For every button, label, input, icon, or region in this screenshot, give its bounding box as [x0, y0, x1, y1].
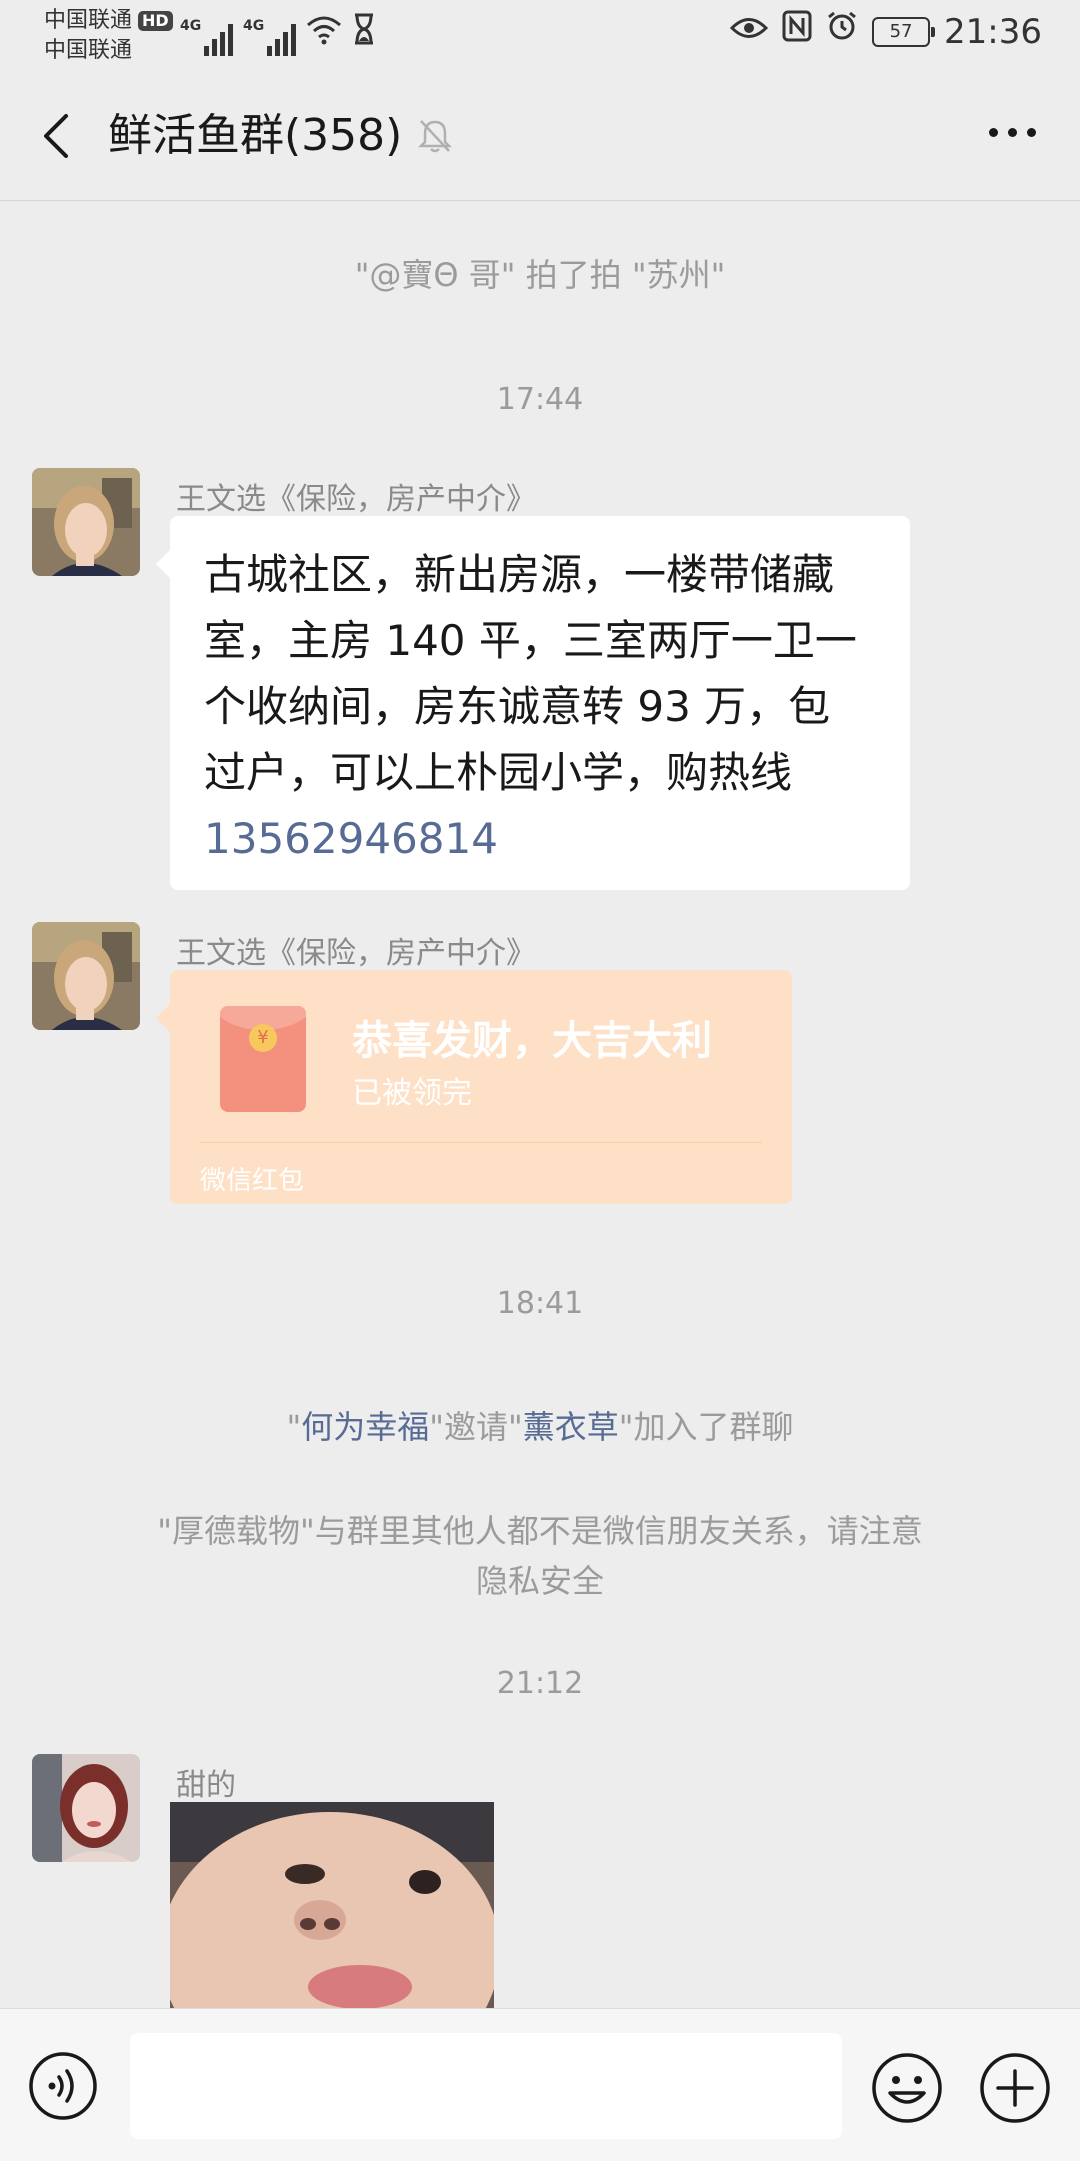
hd-badge: HD	[138, 11, 173, 31]
sender-name: 甜的	[176, 1768, 236, 1803]
hourglass-icon	[352, 13, 376, 56]
emoji-icon[interactable]	[870, 2051, 944, 2125]
network-type-1: 4G	[180, 18, 202, 34]
red-packet-status: 已被领完	[352, 1076, 472, 1111]
chat-header: 鲜活鱼群(358)	[0, 72, 1080, 201]
privacy-notice: "厚德载物"与群里其他人都不是微信朋友关系，请注意 隐私安全	[0, 1506, 1080, 1606]
divider	[200, 1142, 762, 1143]
carrier-info: 中国联通 HD 中国联通	[44, 6, 173, 66]
inviter-name-link[interactable]: 何为幸福	[301, 1408, 429, 1446]
message-input[interactable]	[130, 2033, 842, 2139]
clock-time: 21:36	[944, 11, 1042, 52]
chat-input-bar	[0, 2008, 1080, 2161]
avatar[interactable]	[32, 1754, 140, 1862]
sender-name: 王文选《保险，房产中介》	[176, 482, 536, 517]
mute-bell-icon	[418, 120, 452, 153]
pat-notice: "@寶Θ 哥" 拍了拍 "苏州"	[354, 256, 726, 294]
wifi-icon	[306, 15, 342, 56]
carrier-name-1: 中国联通	[44, 8, 133, 33]
privacy-line: 隐私安全	[475, 1562, 604, 1600]
avatar[interactable]	[32, 468, 140, 576]
signal-indicators: 4G 4G	[180, 12, 376, 56]
red-packet-message[interactable]: ¥ 恭喜发财，大吉大利 已被领完 微信红包	[156, 970, 792, 1204]
phone-number-link[interactable]: 13562946814	[204, 806, 876, 872]
invite-text: "邀请"	[429, 1408, 523, 1446]
invitee-name-link[interactable]: 薰衣草	[523, 1408, 619, 1446]
back-icon[interactable]	[36, 110, 80, 162]
battery-icon: 57	[872, 16, 936, 47]
red-packet-title: 恭喜发财，大吉大利	[352, 1018, 712, 1064]
message-line: 古城社区，新出房源，一楼带储藏	[204, 550, 835, 599]
message-line: 过户，可以上朴园小学，购热线	[204, 748, 793, 797]
quote-mark: "	[286, 1408, 302, 1446]
carrier-name-2: 中国联通	[44, 38, 133, 63]
invite-notice: "何为幸福"邀请"薰衣草"加入了群聊	[0, 1402, 1080, 1452]
message-line: 个收纳间，房东诚意转 93 万，包	[204, 682, 831, 731]
system-status: 57 21:36	[729, 10, 1042, 53]
timestamp: 21:12	[496, 1666, 584, 1701]
signal-icon: 4G	[180, 18, 233, 56]
privacy-line: "厚德载物"与群里其他人都不是微信朋友关系，请注意	[157, 1512, 923, 1550]
red-envelope-icon: ¥	[220, 1006, 306, 1112]
message-line: 室，主房 140 平，三室两厅一卫一	[204, 616, 857, 665]
alarm-icon	[826, 10, 858, 53]
chat-title: 鲜活鱼群(358)	[108, 110, 403, 161]
nfc-icon	[782, 10, 812, 53]
eye-icon	[729, 12, 769, 52]
timestamp: 17:44	[496, 382, 584, 417]
plus-icon[interactable]	[978, 2051, 1052, 2125]
sender-name: 王文选《保险，房产中介》	[176, 936, 536, 971]
signal-icon: 4G	[243, 18, 296, 56]
text-message-bubble[interactable]: 古城社区，新出房源，一楼带储藏 室，主房 140 平，三室两厅一卫一 个收纳间，…	[156, 516, 910, 890]
invite-text-tail: "加入了群聊	[618, 1408, 794, 1446]
status-bar: 中国联通 HD 中国联通 4G 4G 57 21:36	[0, 0, 1080, 72]
red-packet-label: 微信红包	[200, 1166, 305, 1196]
voice-input-icon[interactable]	[28, 2051, 98, 2121]
avatar[interactable]	[32, 922, 140, 1030]
network-type-2: 4G	[243, 18, 265, 34]
timestamp: 18:41	[496, 1286, 584, 1321]
image-message[interactable]	[170, 1802, 494, 2008]
more-options-icon[interactable]	[989, 128, 1036, 137]
